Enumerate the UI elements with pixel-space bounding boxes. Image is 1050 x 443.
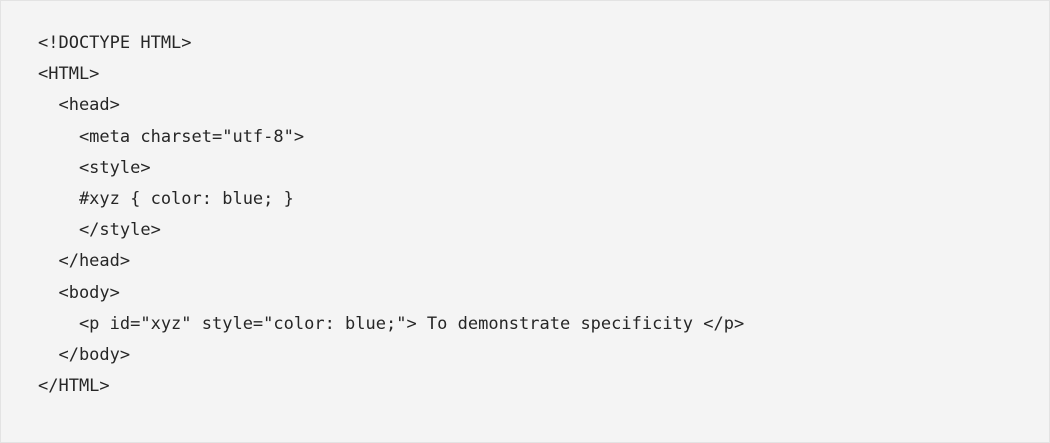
code-line-style-open: <style> [38,157,151,178]
code-line-paragraph: <p id="xyz" style="color: blue;"> To dem… [38,313,745,334]
code-line-doctype: <!DOCTYPE HTML> [38,33,192,53]
code-line-body-open: <body> [38,282,120,303]
code-line-head-close: </head> [38,251,131,272]
code-line-body-close: </body> [38,344,131,365]
code-line-html-open: <HTML> [38,64,100,85]
code-line-html-close: </HTML> [38,376,110,397]
code-line-css-rule: #xyz { color: blue; } [38,188,294,209]
code-line-head-open: <head> [38,95,120,116]
code-line-style-close: </style> [38,220,161,241]
code-block: <!DOCTYPE HTML> <HTML> <head> <meta char… [0,0,1050,443]
code-line-meta-charset: <meta charset="utf-8"> [38,126,305,147]
